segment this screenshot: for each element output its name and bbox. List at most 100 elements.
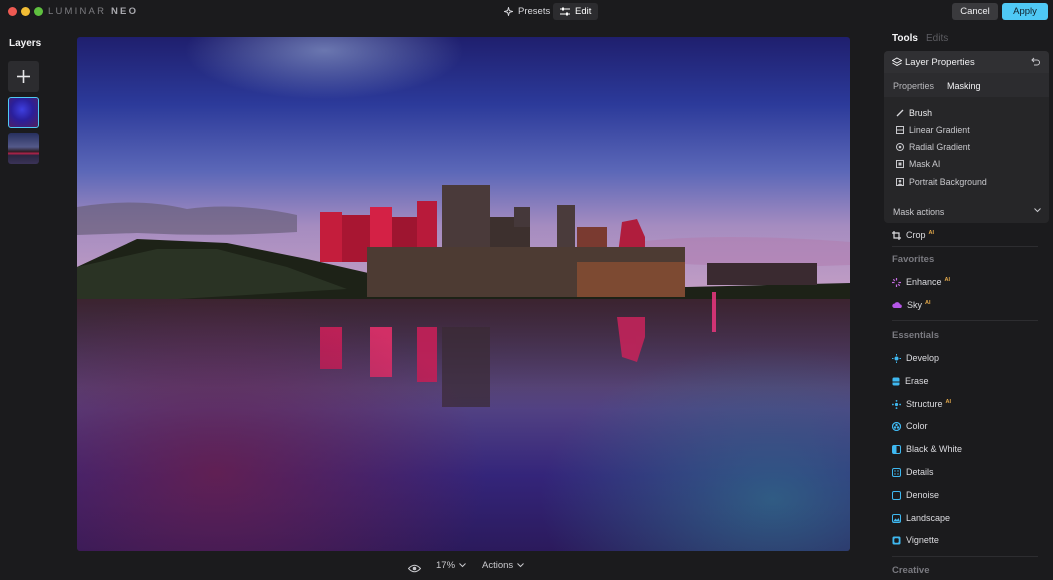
zoom-window-button[interactable] xyxy=(34,7,43,16)
add-layer-button[interactable] xyxy=(8,61,39,92)
photo-canvas[interactable] xyxy=(77,37,850,551)
minimize-window-button[interactable] xyxy=(21,7,30,16)
app-logo: LUMINAR NEO xyxy=(48,6,139,17)
denoise-icon xyxy=(892,490,901,500)
tool-label: Denoise xyxy=(906,490,940,500)
landscape-icon xyxy=(892,513,901,523)
tool-vignette[interactable]: Vignette xyxy=(892,533,939,547)
mask-tool-label: Brush xyxy=(909,107,932,118)
linear-gradient-icon xyxy=(896,125,904,134)
tool-black-white[interactable]: Black & White xyxy=(892,442,962,456)
black-white-icon xyxy=(892,444,901,454)
actions-dropdown[interactable]: Actions xyxy=(482,560,525,571)
layer-properties-panel: Layer Properties Properties Masking Brus… xyxy=(884,51,1049,223)
mask-tool-label: Linear Gradient xyxy=(909,124,970,135)
tab-edits[interactable]: Edits xyxy=(926,33,948,44)
section-creative: Creative xyxy=(892,565,930,576)
tool-label: Black & White xyxy=(906,444,963,454)
tool-color[interactable]: Color xyxy=(892,419,928,433)
tool-sky[interactable]: Sky AI xyxy=(892,298,931,312)
tool-label: Color xyxy=(906,421,928,431)
portrait-icon xyxy=(896,177,904,186)
tool-denoise[interactable]: Denoise xyxy=(892,488,939,502)
tool-label: Landscape xyxy=(906,513,951,523)
tool-erase[interactable]: Erase xyxy=(892,374,929,388)
tool-label: Erase xyxy=(905,376,929,386)
mask-ai-icon xyxy=(896,159,904,168)
section-favorites: Favorites xyxy=(892,254,935,265)
mask-tool-brush[interactable]: Brush xyxy=(896,106,932,119)
tool-label: Enhance xyxy=(906,277,942,287)
apply-button[interactable]: Apply xyxy=(1002,3,1048,20)
brush-icon xyxy=(896,109,904,116)
mask-tool-label: Radial Gradient xyxy=(909,141,971,152)
divider xyxy=(892,556,1038,557)
layer-properties-header[interactable]: Layer Properties xyxy=(884,51,1049,73)
sliders-icon xyxy=(560,7,570,16)
tool-landscape[interactable]: Landscape xyxy=(892,511,950,525)
layer-properties-subtabs: Properties Masking xyxy=(884,73,1049,97)
structure-icon xyxy=(892,399,901,409)
mask-tool-radial-gradient[interactable]: Radial Gradient xyxy=(896,140,970,153)
zoom-value: 17% xyxy=(436,560,456,571)
sparkle-icon xyxy=(504,7,513,16)
enhance-icon xyxy=(892,277,901,287)
mask-actions-label[interactable]: Mask actions xyxy=(893,207,944,217)
eraser-icon xyxy=(892,377,900,385)
mask-tool-mask-ai[interactable]: Mask AI xyxy=(896,157,940,170)
radial-gradient-icon xyxy=(896,142,904,151)
ai-badge: AI xyxy=(944,276,951,283)
tool-develop[interactable]: Develop xyxy=(892,351,939,365)
castle-photo xyxy=(77,37,850,551)
layer-thumbnail-gradient[interactable] xyxy=(8,97,39,128)
tool-structure[interactable]: Structure AI xyxy=(892,397,951,411)
actions-label: Actions xyxy=(482,560,514,571)
section-essentials: Essentials xyxy=(892,330,939,341)
chevron-down-icon[interactable] xyxy=(1034,208,1041,213)
tool-label: Details xyxy=(906,467,934,477)
tool-label: Crop xyxy=(906,230,926,240)
ai-badge: AI xyxy=(928,229,935,236)
color-icon xyxy=(892,421,901,431)
layer-thumbnail-image[interactable] xyxy=(8,133,39,164)
subtab-properties[interactable]: Properties xyxy=(893,81,934,91)
tool-label: Vignette xyxy=(906,535,939,545)
close-window-button[interactable] xyxy=(8,7,17,16)
edit-label: Edit xyxy=(575,6,592,17)
cloud-icon xyxy=(892,302,902,308)
cancel-button[interactable]: Cancel xyxy=(952,3,998,20)
layers-icon xyxy=(892,57,902,67)
zoom-dropdown[interactable]: 17% xyxy=(436,560,466,571)
subtab-masking[interactable]: Masking xyxy=(947,81,981,91)
layers-title: Layers xyxy=(9,38,42,49)
title-bar: LUMINAR NEO Presets Edit Cancel Apply xyxy=(0,0,1053,24)
edit-mode-button[interactable]: Edit xyxy=(553,3,599,20)
mask-tool-portrait-background[interactable]: Portrait Background xyxy=(896,175,987,188)
preview-toggle-button[interactable] xyxy=(407,560,422,578)
eye-icon xyxy=(407,564,422,573)
tool-enhance[interactable]: Enhance AI xyxy=(892,275,950,289)
details-icon xyxy=(892,467,901,477)
divider xyxy=(892,246,1038,247)
tool-label: Sky xyxy=(907,300,923,310)
presets-label: Presets xyxy=(518,6,551,17)
tool-label: Structure xyxy=(906,399,943,409)
divider xyxy=(892,320,1038,321)
mask-tool-label: Mask AI xyxy=(909,158,941,169)
crop-icon xyxy=(892,230,901,240)
presets-mode-button[interactable]: Presets xyxy=(497,3,557,20)
plus-icon xyxy=(17,70,30,83)
mask-tool-linear-gradient[interactable]: Linear Gradient xyxy=(896,123,970,136)
tool-crop[interactable]: Crop AI xyxy=(892,228,934,242)
layer-properties-title: Layer Properties xyxy=(905,57,975,68)
chevron-down-icon xyxy=(517,563,525,568)
chevron-down-icon xyxy=(459,563,466,568)
ai-badge: AI xyxy=(945,398,952,405)
mask-tool-label: Portrait Background xyxy=(909,176,987,187)
tab-tools[interactable]: Tools xyxy=(892,33,918,44)
ai-badge: AI xyxy=(925,299,931,306)
tool-label: Develop xyxy=(906,353,940,363)
reset-icon[interactable] xyxy=(1030,57,1040,67)
tool-details[interactable]: Details xyxy=(892,465,934,479)
sun-icon xyxy=(892,353,901,363)
